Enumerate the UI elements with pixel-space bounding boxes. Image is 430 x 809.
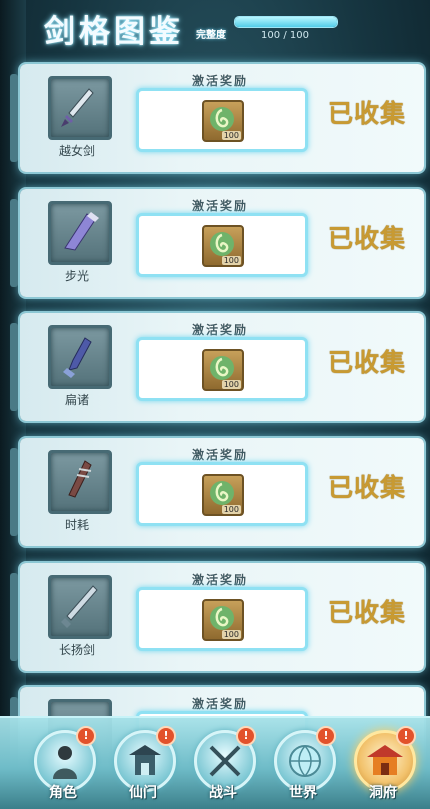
reward-item[interactable]: 100 xyxy=(202,599,244,641)
collected-status: 已收集 xyxy=(328,99,407,128)
jade-swirl-icon xyxy=(210,107,234,131)
notification-badge: ! xyxy=(76,726,96,746)
battle-icon xyxy=(209,745,241,777)
reward-title: 激活奖励 xyxy=(191,573,248,587)
bottom-navigation: ! 角色 ! 仙门 ! 战斗 ! 世界 ! 洞府 xyxy=(0,716,430,809)
reward-title: 激活奖励 xyxy=(191,199,248,213)
completion-label: 完整度 xyxy=(196,30,226,41)
notification-badge: ! xyxy=(156,726,176,746)
jade-swirl-icon xyxy=(210,481,234,505)
reward-title: 激活奖励 xyxy=(191,448,248,462)
weapon-slot[interactable] xyxy=(48,575,112,639)
reward-title: 激活奖励 xyxy=(191,323,248,337)
weapon-name: 长扬剑 xyxy=(58,643,95,657)
sect-icon xyxy=(129,745,161,775)
reward-panel: 100 xyxy=(136,337,308,401)
jade-swirl-icon xyxy=(210,356,234,380)
progress-fill xyxy=(235,17,337,27)
weapon-slot[interactable] xyxy=(48,201,112,265)
nav-cave-residence[interactable]: ! 洞府 xyxy=(352,726,416,806)
reward-title: 激活奖励 xyxy=(191,697,248,711)
jade-swirl-icon xyxy=(210,606,234,630)
sword-icon xyxy=(68,460,92,498)
page-title: 剑格图鉴 xyxy=(44,14,184,50)
reward-panel: 100 xyxy=(136,462,308,526)
sword-icon xyxy=(63,337,92,378)
reward-panel: 100 xyxy=(136,587,308,651)
nav-label: 战斗 xyxy=(209,785,237,801)
weapon-slot[interactable] xyxy=(48,450,112,514)
reward-panel: 100 xyxy=(136,213,308,277)
nav-label: 世界 xyxy=(289,785,317,801)
reward-title: 激活奖励 xyxy=(191,74,248,88)
weapon-name: 时耗 xyxy=(64,518,89,532)
weapon-name: 扁诸 xyxy=(64,393,89,407)
sword-card[interactable]: 扁诸 激活奖励 100 已收集 xyxy=(10,313,424,421)
completion-progress-bar xyxy=(234,16,338,28)
reward-item[interactable]: 100 xyxy=(202,474,244,516)
weapon-name: 越女剑 xyxy=(58,144,95,158)
reward-item[interactable]: 100 xyxy=(202,100,244,142)
nav-sect[interactable]: ! 仙门 xyxy=(112,726,176,806)
reward-count: 100 xyxy=(221,131,241,140)
nav-label: 角色 xyxy=(49,785,77,801)
nav-label: 洞府 xyxy=(369,785,397,801)
progress-text: 100 / 100 xyxy=(261,30,309,41)
sword-card[interactable]: 长扬剑 激活奖励 100 已收集 xyxy=(10,563,424,671)
weapon-name: 步光 xyxy=(64,269,89,283)
reward-count: 100 xyxy=(221,505,241,514)
collected-status: 已收集 xyxy=(328,348,407,377)
weapon-slot[interactable] xyxy=(48,76,112,140)
notification-badge: ! xyxy=(396,726,416,746)
character-icon xyxy=(53,746,77,779)
nav-label: 仙门 xyxy=(129,785,157,801)
reward-item[interactable]: 100 xyxy=(202,349,244,391)
world-icon xyxy=(289,745,321,778)
reward-count: 100 xyxy=(221,630,241,639)
sword-card[interactable]: 越女剑 激活奖励 100 已收集 xyxy=(10,64,424,172)
notification-badge: ! xyxy=(316,726,336,746)
sword-icon xyxy=(64,212,99,251)
sword-card[interactable]: 步光 激活奖励 100 已收集 xyxy=(10,189,424,297)
reward-panel: 100 xyxy=(136,88,308,152)
weapon-slot[interactable] xyxy=(48,325,112,389)
collected-status: 已收集 xyxy=(328,473,407,502)
header: 剑格图鉴 完整度 100 / 100 xyxy=(0,0,430,56)
cave-residence-icon xyxy=(367,745,403,775)
nav-character[interactable]: ! 角色 xyxy=(32,726,96,806)
collected-status: 已收集 xyxy=(328,224,407,253)
reward-count: 100 xyxy=(221,380,241,389)
jade-swirl-icon xyxy=(210,232,234,256)
collected-status: 已收集 xyxy=(328,598,407,627)
notification-badge: ! xyxy=(236,726,256,746)
sword-icon xyxy=(61,585,98,628)
sword-icon xyxy=(61,88,94,127)
reward-item[interactable]: 100 xyxy=(202,225,244,267)
nav-world[interactable]: ! 世界 xyxy=(272,726,336,806)
nav-battle[interactable]: ! 战斗 xyxy=(192,726,256,806)
sword-card[interactable]: 时耗 激活奖励 100 已收集 xyxy=(10,438,424,546)
reward-count: 100 xyxy=(221,256,241,265)
